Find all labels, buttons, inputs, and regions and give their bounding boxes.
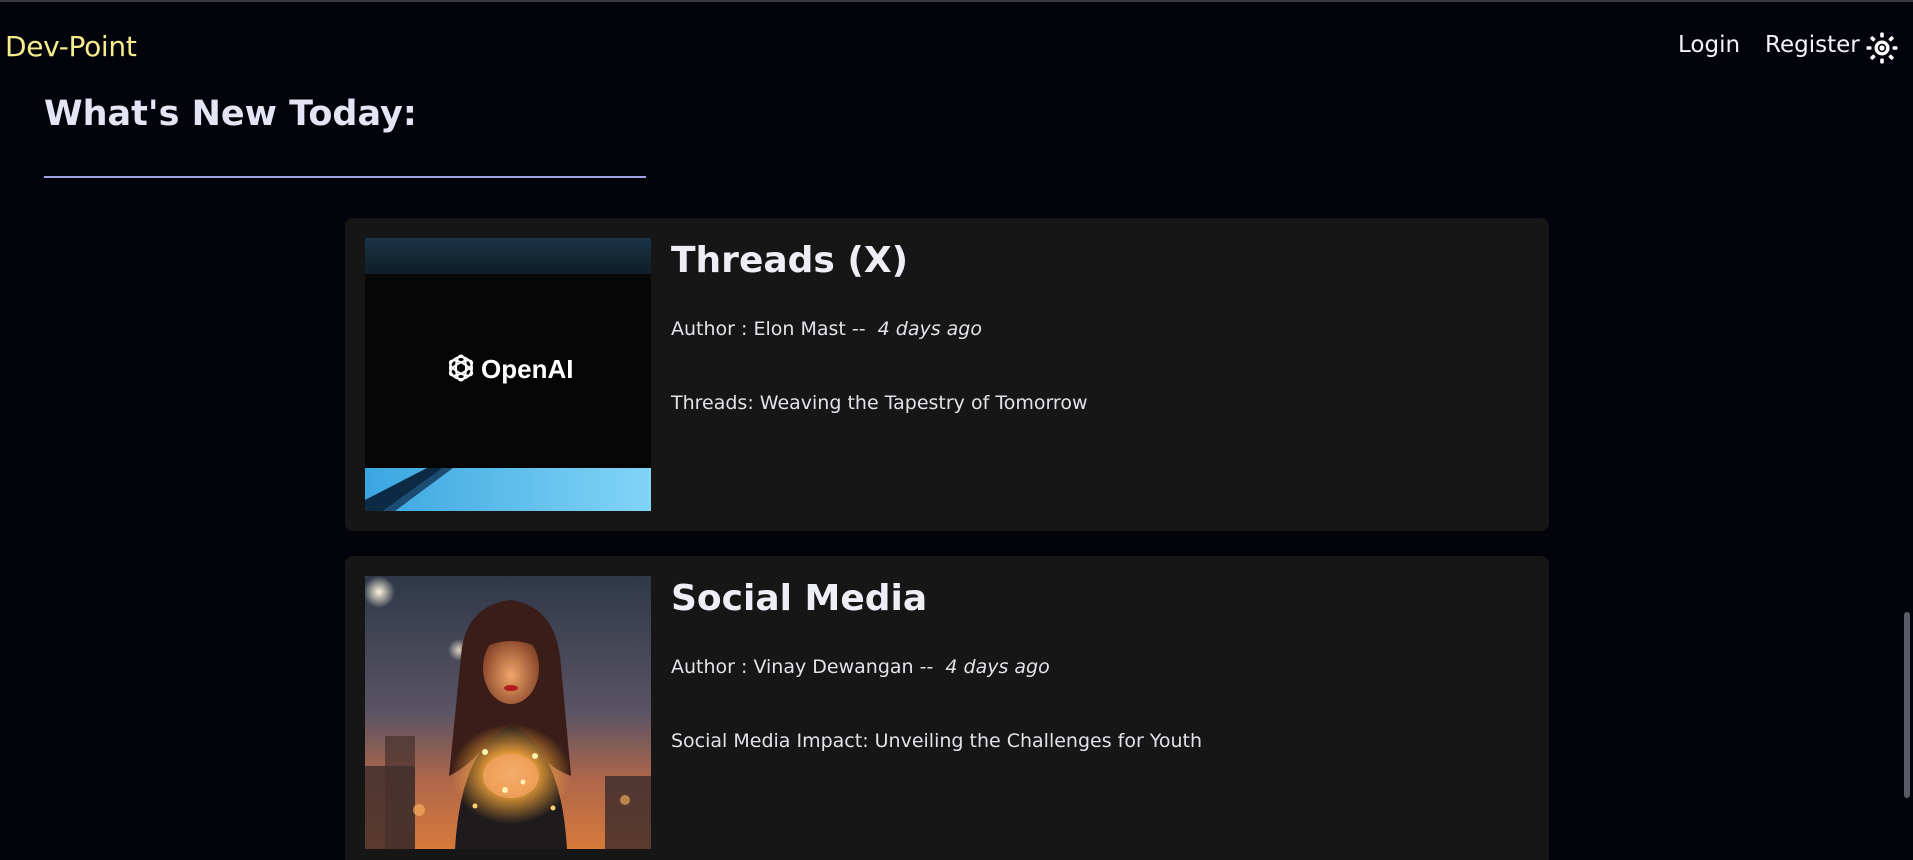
post-card[interactable]: OpenAI Threads (X) Author : Elon Mast --… (345, 218, 1549, 531)
post-title[interactable]: Threads (X) (671, 240, 908, 281)
navbar: Dev-Point Login Register (0, 2, 1913, 92)
post-description: Social Media Impact: Unveiling the Chall… (671, 730, 1203, 752)
openai-wordmark: OpenAI (481, 354, 573, 384)
post-title[interactable]: Social Media (671, 578, 927, 619)
post-thumbnail-openai[interactable]: OpenAI (365, 238, 651, 511)
post-date: 4 days ago (877, 318, 982, 340)
register-link[interactable]: Register (1765, 32, 1860, 58)
post-meta: Author : Elon Mast -- 4 days ago (671, 318, 982, 340)
post-thumbnail-portrait[interactable] (365, 576, 651, 849)
post-date: 4 days ago (945, 656, 1050, 678)
post-description: Threads: Weaving the Tapestry of Tomorro… (671, 392, 1088, 414)
post-card[interactable]: Social Media Author : Vinay Dewangan -- … (345, 556, 1549, 860)
login-link[interactable]: Login (1678, 32, 1740, 58)
scrollbar-thumb[interactable] (1904, 612, 1910, 798)
sun-icon[interactable] (1866, 32, 1898, 64)
brand-link[interactable]: Dev-Point (5, 30, 137, 63)
post-meta: Author : Vinay Dewangan -- 4 days ago (671, 656, 1050, 678)
section-divider (44, 176, 646, 178)
post-author: Author : Elon Mast -- (671, 318, 866, 340)
section-title: What's New Today: (44, 94, 417, 134)
post-author: Author : Vinay Dewangan -- (671, 656, 934, 678)
page: Dev-Point Login Register What's New Toda… (0, 0, 1913, 860)
